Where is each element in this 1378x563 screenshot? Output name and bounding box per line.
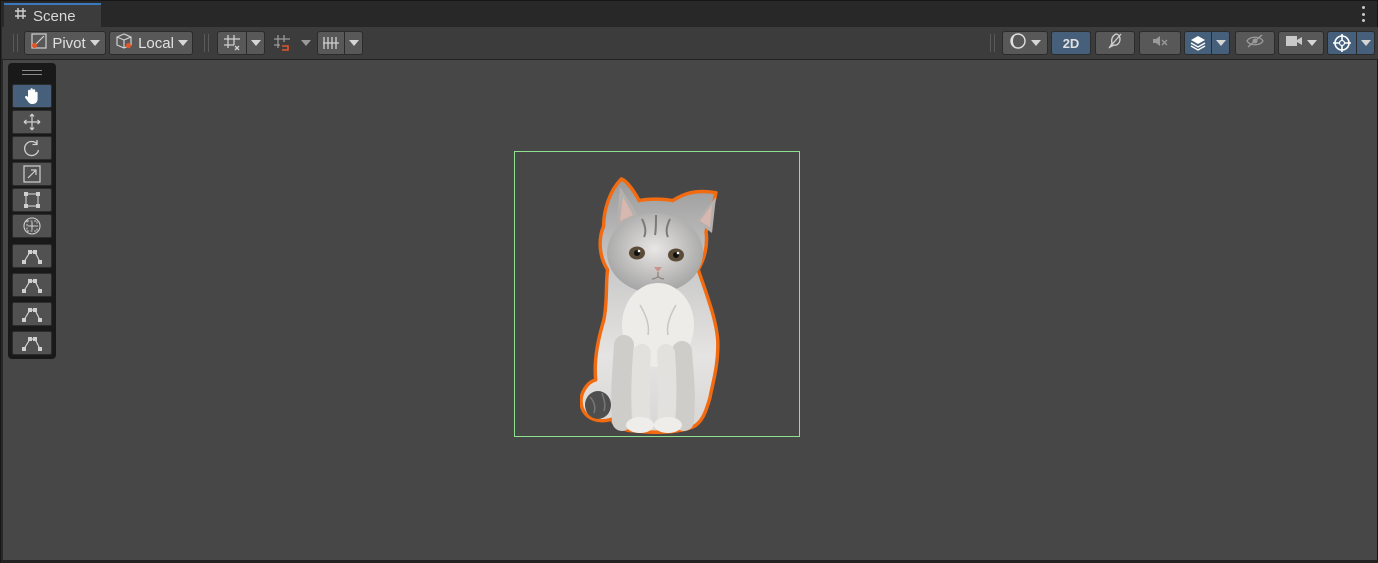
overlay-drag-handle[interactable]	[22, 70, 42, 75]
move-arrows-icon	[22, 112, 42, 132]
grid-snap-dropdown[interactable]	[247, 31, 265, 55]
space-dropdown[interactable]: Local	[109, 31, 193, 55]
tab-strip: Scene	[1, 1, 1377, 27]
bone-tool-icon	[21, 305, 43, 323]
gizmos-icon[interactable]	[1327, 31, 1357, 55]
increment-snap-toggle[interactable]	[267, 31, 315, 55]
camera-dropdown[interactable]	[1278, 31, 1324, 55]
kebab-menu-icon[interactable]	[1359, 6, 1367, 22]
custom-tool-1[interactable]	[12, 244, 52, 268]
scale-tool[interactable]	[12, 162, 52, 186]
increment-snap-dropdown[interactable]	[297, 31, 315, 55]
effects-icon[interactable]	[1184, 31, 1212, 55]
view-tool[interactable]	[12, 84, 52, 108]
bone-tool-icon	[21, 334, 43, 352]
shading-mode-icon	[1009, 32, 1027, 54]
rect-tool[interactable]	[12, 188, 52, 212]
bone-tool-icon	[21, 247, 43, 265]
effects-dropdown[interactable]	[1212, 31, 1230, 55]
scale-icon	[22, 164, 42, 184]
tab-scene[interactable]: Scene	[4, 3, 101, 27]
rotate-icon	[22, 138, 42, 158]
effects-toggle[interactable]	[1184, 31, 1230, 55]
chevron-down-icon	[89, 40, 100, 46]
2d-mode-toggle[interactable]: 2D	[1051, 31, 1091, 55]
grid-visibility-toggle[interactable]	[317, 31, 363, 55]
gizmos-dropdown[interactable]	[1357, 31, 1375, 55]
pivot-label: Pivot	[52, 34, 86, 52]
toolbar-grip[interactable]	[204, 34, 209, 52]
chevron-down-icon	[177, 40, 188, 46]
pivot-dropdown[interactable]: Pivot	[24, 31, 106, 55]
move-tool[interactable]	[12, 110, 52, 134]
rect-icon	[22, 190, 42, 210]
pivot-icon	[30, 32, 48, 54]
scene-viewport[interactable]	[3, 60, 1377, 560]
tab-title: Scene	[33, 7, 76, 25]
chevron-down-icon	[1031, 40, 1041, 46]
toolbar-grip[interactable]	[13, 34, 18, 52]
chevron-down-icon	[1307, 40, 1317, 46]
scene-toolbar: Pivot Local 2D	[2, 27, 1378, 60]
grid-snap-icon[interactable]	[217, 31, 247, 55]
toolbar-grip[interactable]	[990, 34, 995, 52]
grid-snap-toggle[interactable]	[217, 31, 265, 55]
local-space-icon	[114, 32, 134, 54]
space-label: Local	[138, 34, 174, 52]
gizmos-toggle[interactable]	[1327, 31, 1375, 55]
shading-mode-dropdown[interactable]	[1002, 31, 1048, 55]
audio-toggle[interactable]	[1139, 31, 1181, 55]
custom-tool-4[interactable]	[12, 331, 52, 355]
tools-overlay	[8, 63, 56, 359]
audio-icon	[1151, 32, 1169, 54]
transform-icon	[22, 216, 42, 236]
custom-tool-3[interactable]	[12, 302, 52, 326]
hand-icon	[22, 86, 42, 106]
scene-visibility-icon	[1245, 33, 1265, 53]
hash-grid-icon	[14, 7, 27, 25]
kitten-sprite[interactable]	[579, 175, 720, 442]
scene-window: Scene Pivot Local 2D	[0, 0, 1378, 563]
bone-tool-icon	[21, 276, 43, 294]
custom-tool-2[interactable]	[12, 273, 52, 297]
scene-visibility-toggle[interactable]	[1235, 31, 1275, 55]
increment-snap-icon[interactable]	[267, 31, 297, 55]
grid-visibility-icon[interactable]	[317, 31, 345, 55]
lighting-toggle[interactable]	[1095, 31, 1135, 55]
lighting-icon	[1106, 32, 1124, 54]
transform-tool[interactable]	[12, 214, 52, 238]
grid-visibility-dropdown[interactable]	[345, 31, 363, 55]
camera-icon	[1285, 34, 1303, 52]
rotate-tool[interactable]	[12, 136, 52, 160]
2d-mode-label: 2D	[1062, 35, 1080, 51]
